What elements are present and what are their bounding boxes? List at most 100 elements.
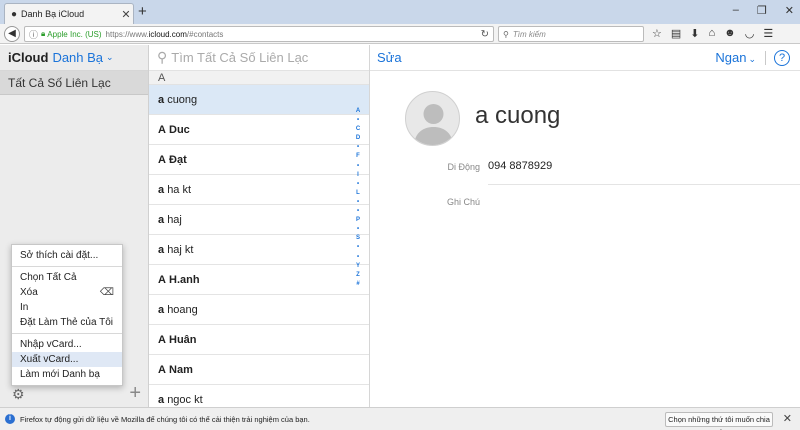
list-item[interactable]: a haj bbox=[149, 205, 369, 235]
menu-divider bbox=[12, 266, 122, 267]
emoji-icon[interactable]: ☻ bbox=[724, 27, 736, 40]
index-letter[interactable]: • bbox=[352, 180, 364, 189]
field-divider bbox=[488, 184, 800, 185]
reload-icon[interactable]: ↻ bbox=[481, 29, 489, 40]
menu-item-select-all[interactable]: Chọn Tất Cả bbox=[12, 270, 122, 285]
list-item[interactable]: a haj kt bbox=[149, 235, 369, 265]
restore-icon[interactable]: ❐ bbox=[757, 4, 767, 17]
index-letter[interactable]: • bbox=[352, 143, 364, 152]
url-host: icloud.com bbox=[148, 29, 187, 39]
index-letter[interactable]: I bbox=[352, 171, 364, 180]
download-icon[interactable]: ⬇ bbox=[690, 27, 699, 40]
new-tab-button[interactable]: + bbox=[138, 3, 147, 20]
index-letter[interactable]: • bbox=[352, 162, 364, 171]
gear-icon[interactable]: ⚙ bbox=[12, 386, 25, 403]
menu-item-delete-label: Xóa bbox=[20, 287, 38, 298]
choose-share-button[interactable]: Chọn những thứ tôi muốn chia sẻ bbox=[665, 412, 773, 430]
list-item[interactable]: a ngoc kt bbox=[149, 385, 369, 407]
chevron-down-icon[interactable]: ⌄ bbox=[106, 52, 114, 63]
sort-order-label: Ngan bbox=[715, 50, 747, 65]
edit-button[interactable]: Sửa bbox=[377, 50, 402, 65]
address-bar[interactable]: ⓘ 🔒︎ Apple Inc. (US) https://www. icloud.… bbox=[24, 26, 494, 42]
back-button[interactable]: ◀ bbox=[4, 26, 20, 42]
sidebar-footer: ⚙ + bbox=[0, 381, 149, 407]
index-letter[interactable]: Z bbox=[352, 271, 364, 280]
list-item[interactable]: A H.anh bbox=[149, 265, 369, 295]
alphabet-index[interactable]: A • C D • F • I • L • • P • S • • Y Z # bbox=[352, 107, 364, 289]
contact-detail: Sửa Ngan ⌄ ? a cuong Di Động 094 8878929 … bbox=[370, 45, 800, 407]
contact-name: a cuong bbox=[475, 102, 561, 129]
list-item[interactable]: a ha kt bbox=[149, 175, 369, 205]
index-letter[interactable]: S bbox=[352, 234, 364, 243]
menu-item-make-my-card[interactable]: Đặt Làm Thẻ của Tôi bbox=[12, 315, 122, 330]
menu-item-print[interactable]: In bbox=[12, 300, 122, 315]
site-identity[interactable]: Apple Inc. (US) bbox=[47, 30, 101, 39]
bookmarks-list-icon[interactable]: ▤ bbox=[671, 27, 681, 40]
note-label: Ghi Chú bbox=[446, 197, 480, 207]
menu-item-refresh[interactable]: Làm mới Danh bạ bbox=[12, 367, 122, 382]
list-item[interactable]: a cuong bbox=[149, 85, 369, 115]
browser-search-placeholder: Tìm kiếm bbox=[512, 29, 546, 39]
list-item[interactable]: A Đạt bbox=[149, 145, 369, 175]
index-letter[interactable]: Y bbox=[352, 262, 364, 271]
contact-search-placeholder: Tìm Tất Cả Số Liên Lạc bbox=[171, 50, 309, 65]
group-all-contacts[interactable]: Tất Cả Số Liên Lạc bbox=[0, 71, 148, 95]
index-letter[interactable]: L bbox=[352, 189, 364, 198]
menu-item-export-vcard[interactable]: Xuất vCard... bbox=[12, 352, 122, 367]
sort-order-dropdown[interactable]: Ngan ⌄ bbox=[715, 50, 756, 65]
phone-value[interactable]: 094 8878929 bbox=[488, 160, 552, 172]
minimize-icon[interactable]: – bbox=[733, 4, 739, 17]
window-controls: – ❐ ✕ bbox=[733, 4, 794, 17]
close-icon[interactable]: ✕ bbox=[783, 412, 792, 425]
info-icon[interactable]: ⓘ bbox=[29, 28, 38, 41]
delete-key-icon: ⌫ bbox=[99, 287, 114, 298]
browser-tab-bar: ● Danh Bạ iCloud ✕ + – ❐ ✕ bbox=[0, 0, 800, 24]
index-letter[interactable]: D bbox=[352, 134, 364, 143]
list-item[interactable]: a hoang bbox=[149, 295, 369, 325]
index-letter[interactable]: A bbox=[352, 107, 364, 116]
index-letter[interactable]: # bbox=[352, 280, 364, 289]
index-letter[interactable]: P bbox=[352, 216, 364, 225]
list-item[interactable]: A Nam bbox=[149, 355, 369, 385]
index-letter[interactable]: • bbox=[352, 116, 364, 125]
browser-search-box[interactable]: ⚲ Tìm kiếm bbox=[498, 26, 644, 42]
menu-divider bbox=[12, 333, 122, 334]
pocket-icon[interactable]: ◡ bbox=[745, 27, 755, 40]
home-icon[interactable]: ⌂ bbox=[709, 27, 716, 40]
notification-message: Firefox tự động gửi dữ liệu về Mozilla đ… bbox=[20, 415, 310, 424]
detail-header: Sửa Ngan ⌄ ? bbox=[370, 45, 800, 71]
icloud-brand: iCloud bbox=[8, 50, 49, 65]
index-letter[interactable]: • bbox=[352, 253, 364, 262]
index-letter[interactable]: F bbox=[352, 152, 364, 161]
menu-item-import-vcard[interactable]: Nhập vCard... bbox=[12, 337, 122, 352]
add-contact-button[interactable]: + bbox=[129, 382, 141, 405]
list-item[interactable]: A Huân bbox=[149, 325, 369, 355]
app-switcher[interactable]: iCloud Danh Bạ ⌄ bbox=[0, 45, 148, 71]
browser-tab[interactable]: ● Danh Bạ iCloud ✕ bbox=[4, 3, 134, 24]
app-name[interactable]: Danh Bạ bbox=[52, 50, 103, 65]
hamburger-menu-icon[interactable]: ☰ bbox=[763, 27, 773, 40]
contacts-app: iCloud Danh Bạ ⌄ Tất Cả Số Liên Lạc Sở t… bbox=[0, 45, 800, 407]
bookmark-star-icon[interactable]: ☆ bbox=[652, 27, 662, 40]
index-letter[interactable]: • bbox=[352, 207, 364, 216]
header-divider bbox=[765, 51, 766, 65]
url-path: /#contacts bbox=[186, 29, 224, 39]
search-icon: ⚲ bbox=[503, 29, 509, 39]
menu-item-preferences[interactable]: Sở thích cài đặt... bbox=[12, 248, 122, 263]
index-letter[interactable]: C bbox=[352, 125, 364, 134]
navigation-bar: ◀ ⓘ 🔒︎ Apple Inc. (US) https://www. iclou… bbox=[0, 24, 800, 44]
index-letter[interactable]: • bbox=[352, 243, 364, 252]
chevron-down-icon: ⌄ bbox=[748, 54, 756, 64]
lock-icon: 🔒︎ bbox=[41, 29, 46, 38]
section-header: A bbox=[149, 71, 369, 85]
menu-item-delete[interactable]: Xóa ⌫ bbox=[12, 285, 122, 300]
index-letter[interactable]: • bbox=[352, 198, 364, 207]
list-item[interactable]: A Duc bbox=[149, 115, 369, 145]
person-silhouette-icon bbox=[414, 104, 453, 145]
close-window-icon[interactable]: ✕ bbox=[785, 4, 794, 17]
help-button[interactable]: ? bbox=[774, 50, 790, 66]
contact-search-input[interactable]: ⚲ Tìm Tất Cả Số Liên Lạc bbox=[149, 45, 369, 71]
toolbar-icons: ☆ ▤ ⬇ ⌂ ☻ ◡ ☰ bbox=[652, 27, 773, 40]
index-letter[interactable]: • bbox=[352, 225, 364, 234]
close-tab-icon[interactable]: ✕ bbox=[119, 8, 133, 21]
